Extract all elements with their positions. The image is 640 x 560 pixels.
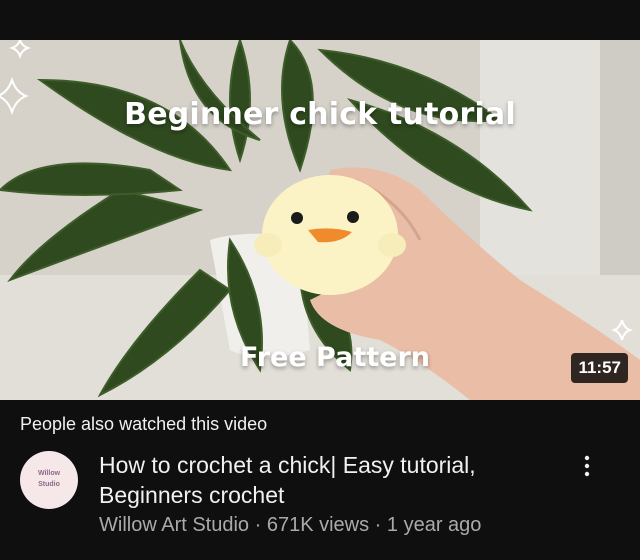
video-thumbnail[interactable]: Beginner chick tutorial Free Pattern 11:… [0, 40, 640, 400]
avatar-logo-text: Willow Studio [37, 470, 61, 488]
thumbnail-title-overlay: Beginner chick tutorial [124, 97, 516, 132]
duration-badge: 11:57 [571, 353, 628, 383]
thumbnail-subtitle-overlay: Free Pattern [239, 342, 430, 373]
section-heading: People also watched this video [20, 414, 268, 434]
more-options-button[interactable] [574, 452, 600, 482]
status-bar [0, 0, 640, 40]
video-title[interactable]: How to crochet a chick| Easy tutorial, B… [99, 450, 559, 510]
channel-name[interactable]: Willow Art Studio [99, 514, 249, 536]
view-count: 671K views [266, 514, 370, 536]
vertical-ellipsis-icon [584, 455, 590, 477]
video-metadata: Willow Art Studio · 671K views · 1 year … [99, 514, 482, 536]
channel-avatar[interactable]: Willow Studio [20, 451, 78, 509]
upload-age: 1 year ago [386, 514, 482, 536]
